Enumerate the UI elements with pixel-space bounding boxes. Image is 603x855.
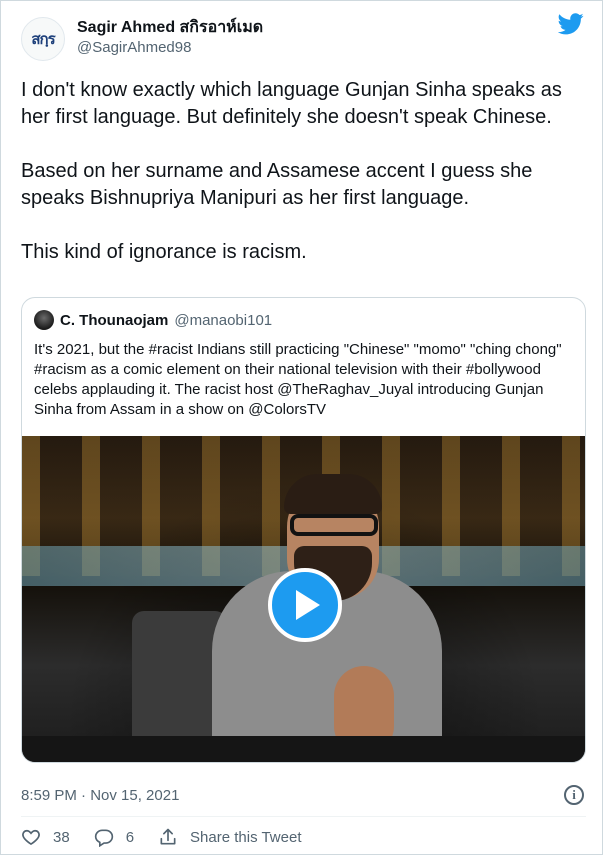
tweet-paragraph: I don't know exactly which language Gunj… xyxy=(21,79,562,128)
like-button[interactable]: 38 xyxy=(21,827,70,847)
tweet-actions: 38 6 Share this Tweet xyxy=(21,827,325,847)
share-button[interactable]: Share this Tweet xyxy=(158,827,301,847)
tweet-card: สกฺร Sagir Ahmed สกิรอาห์เมด @SagirAhmed… xyxy=(0,0,603,855)
quoted-video[interactable] xyxy=(22,436,585,762)
reply-count: 6 xyxy=(125,828,135,846)
tweet-body: I don't know exactly which language Gunj… xyxy=(21,77,586,293)
info-icon[interactable]: i xyxy=(564,785,584,805)
share-icon xyxy=(160,828,176,845)
video-person-hair xyxy=(284,474,382,514)
tweet-timestamp[interactable]: 8:59 PM · Nov 15, 2021 xyxy=(21,787,179,804)
like-count: 38 xyxy=(53,828,70,846)
reply-button[interactable]: 6 xyxy=(94,827,134,847)
video-desk xyxy=(22,736,585,762)
twitter-bird-icon[interactable] xyxy=(558,13,584,35)
author-handle[interactable]: @SagirAhmed98 xyxy=(77,39,191,56)
share-label: Share this Tweet xyxy=(190,828,302,846)
avatar-logo-text: สกฺร xyxy=(31,30,55,48)
tweet-paragraph: Based on her surname and Assamese accent… xyxy=(21,160,533,209)
video-person-glasses xyxy=(290,514,378,536)
action-divider xyxy=(21,816,586,817)
author-display-name[interactable]: Sagir Ahmed สกิรอาห์เมด xyxy=(77,15,263,40)
quoted-tweet[interactable]: C. Thounaojam @manaobi101 It's 2021, but… xyxy=(21,297,586,763)
heart-icon xyxy=(22,829,40,846)
quoted-author-handle[interactable]: @manaobi101 xyxy=(174,312,272,329)
play-icon xyxy=(296,590,320,620)
play-button[interactable] xyxy=(268,568,342,642)
quoted-tweet-text: It's 2021, but the #racist Indians still… xyxy=(34,341,562,418)
quoted-author-name[interactable]: C. Thounaojam xyxy=(60,312,168,329)
quoted-author-avatar[interactable] xyxy=(34,310,54,330)
reply-icon xyxy=(94,829,113,847)
author-avatar[interactable]: สกฺร xyxy=(21,17,65,61)
quoted-tweet-header: C. Thounaojam @manaobi101 xyxy=(34,310,272,330)
tweet-paragraph: This kind of ignorance is racism. xyxy=(21,241,307,263)
